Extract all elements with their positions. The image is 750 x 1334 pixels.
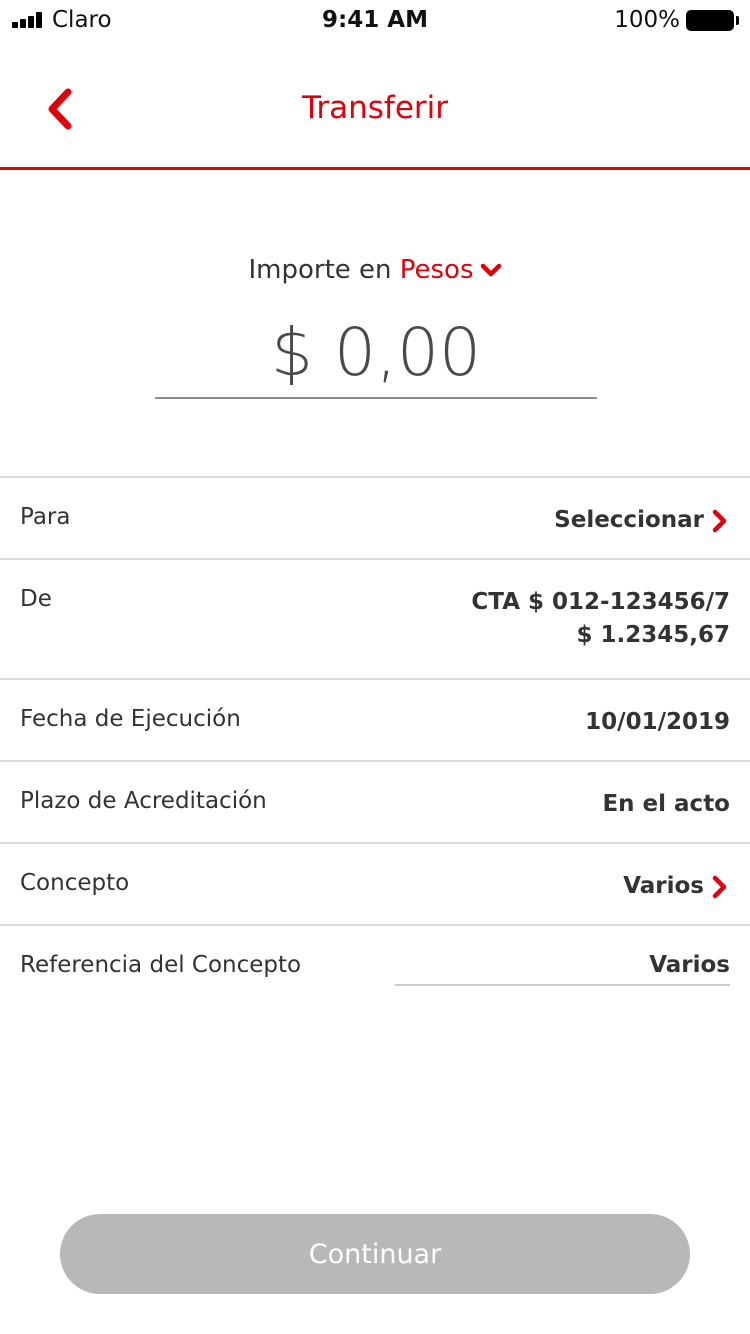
row-concepto[interactable]: Concepto Varios (0, 842, 750, 924)
transfer-screen: Claro 9:41 AM 100% Transferir Importe en… (0, 0, 750, 1334)
fecha-label: Fecha de Ejecución (20, 706, 241, 732)
amount-input[interactable] (155, 310, 597, 394)
para-label: Para (20, 504, 71, 530)
plazo-value: En el acto (602, 791, 730, 817)
de-label: De (20, 586, 52, 612)
referencia-label: Referencia del Concepto (20, 952, 302, 978)
nav-bar: Transferir (0, 40, 750, 170)
row-fecha: Fecha de Ejecución 10/01/2019 (0, 678, 750, 760)
chevron-right-icon (712, 509, 727, 532)
battery-percentage: 100% (614, 7, 680, 33)
continue-button[interactable]: Continuar (60, 1214, 690, 1294)
row-de: De CTA $ 012-123456/7 $ 1.2345,67 (0, 558, 750, 678)
source-balance: $ 1.2345,67 (576, 622, 730, 648)
referencia-field-wrapper (395, 948, 730, 986)
amount-label: Importe en (248, 255, 392, 285)
battery-icon (686, 10, 739, 31)
row-plazo: Plazo de Acreditación En el acto (0, 760, 750, 842)
para-value: Seleccionar (554, 504, 728, 537)
amount-field-wrapper (155, 310, 597, 399)
transfer-form: Para Seleccionar De CTA $ 012-123456/7 $… (0, 476, 750, 1006)
source-account: CTA $ 012-123456/7 (471, 589, 730, 615)
concepto-label: Concepto (20, 870, 130, 896)
status-bar: Claro 9:41 AM 100% (0, 0, 750, 40)
currency-value: Pesos (399, 255, 474, 285)
concepto-select-text: Varios (623, 873, 704, 899)
concepto-value: Varios (623, 870, 728, 903)
chevron-right-icon (712, 875, 727, 898)
currency-selector[interactable]: Pesos (400, 255, 502, 285)
row-referencia: Referencia del Concepto (0, 924, 750, 1006)
referencia-input[interactable] (395, 948, 730, 982)
chevron-down-icon (480, 263, 501, 276)
de-value: CTA $ 012-123456/7 $ 1.2345,67 (471, 586, 730, 652)
row-para[interactable]: Para Seleccionar (0, 476, 750, 558)
plazo-label: Plazo de Acreditación (20, 788, 267, 814)
amount-currency-row: Importe en Pesos (0, 255, 750, 285)
page-title: Transferir (301, 90, 448, 126)
fecha-value: 10/01/2019 (585, 709, 730, 735)
para-select-text: Seleccionar (554, 507, 704, 533)
